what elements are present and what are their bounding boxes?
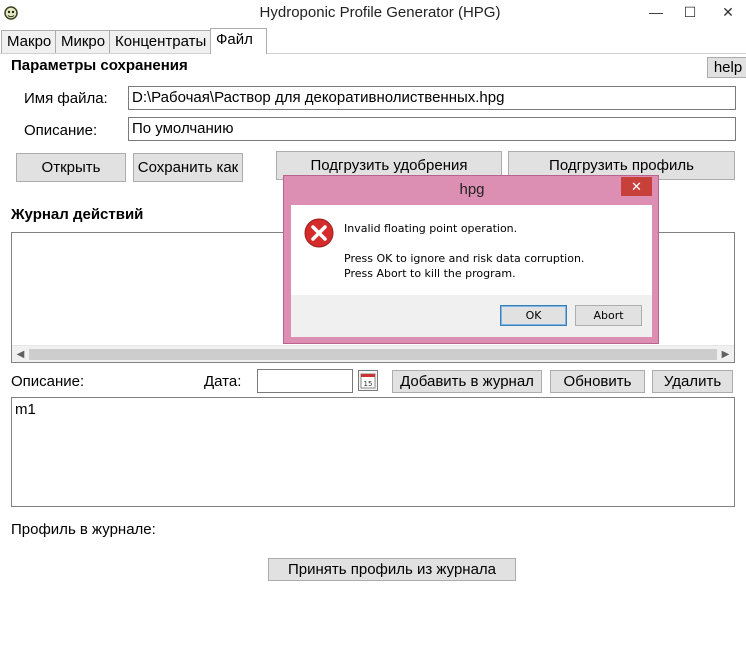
dialog-message-line3: Press Abort to kill the program. (344, 267, 516, 280)
log-heading: Журнал действий (11, 206, 144, 223)
profile-in-log-label: Профиль в журнале: (11, 521, 156, 538)
accept-profile-button[interactable]: Принять профиль из журнала (268, 558, 516, 581)
log-notes-text: m1 (15, 401, 36, 418)
filename-field[interactable]: D:\Рабочая\Раствор для декоративнолистве… (128, 86, 736, 110)
scroll-thumb[interactable] (29, 349, 717, 360)
help-button[interactable]: help (707, 57, 746, 78)
dialog-title: hpg (459, 181, 485, 198)
save-params-heading: Параметры сохранения (11, 57, 188, 74)
date-label: Дата: (204, 373, 242, 390)
open-button[interactable]: Открыть (16, 153, 126, 182)
window-title: Hydroponic Profile Generator (HPG) (259, 4, 501, 21)
log-description-label: Описание: (11, 373, 85, 390)
scroll-right-icon[interactable]: ▶ (717, 347, 734, 362)
tab-micro[interactable]: Микро (55, 30, 112, 53)
save-as-button[interactable]: Сохранить как (133, 153, 243, 182)
log-notes-area[interactable]: m1 (11, 397, 735, 507)
abort-button[interactable]: Abort (575, 305, 642, 326)
dialog-button-bar: OK Abort (291, 295, 652, 337)
description-label: Описание: (24, 122, 98, 139)
scroll-left-icon[interactable]: ◀ (12, 347, 29, 362)
title-bar: Hydroponic Profile Generator (HPG) — ☐ ✕ (0, 0, 746, 28)
tab-macro[interactable]: Макро (1, 30, 58, 53)
calendar-icon: 15 (358, 370, 378, 391)
delete-button[interactable]: Удалить (652, 370, 733, 393)
tab-file[interactable]: Файл (210, 28, 267, 54)
tab-concentrates[interactable]: Концентраты (109, 30, 213, 53)
calendar-button[interactable]: 15 (358, 370, 378, 391)
date-field[interactable] (257, 369, 353, 393)
filename-label: Имя файла: (24, 90, 108, 107)
minimize-button[interactable]: — (640, 0, 672, 24)
dialog-close-button[interactable]: ✕ (621, 177, 652, 196)
maximize-button[interactable]: ☐ (674, 0, 706, 24)
tab-divider (0, 53, 746, 54)
error-icon (304, 218, 334, 248)
close-button[interactable]: ✕ (712, 0, 744, 24)
description-field[interactable]: По умолчанию (128, 117, 736, 141)
log-horizontal-scrollbar[interactable]: ◀ ▶ (12, 345, 734, 362)
refresh-button[interactable]: Обновить (550, 370, 645, 393)
dialog-message-line1: Invalid floating point operation. (344, 222, 518, 235)
calendar-day: 15 (364, 380, 373, 388)
error-dialog: hpg ✕ Invalid floating point operation. … (283, 175, 659, 344)
tab-strip: Макро Микро Концентраты Файл (0, 28, 746, 54)
ok-button[interactable]: OK (500, 305, 567, 326)
add-to-log-button[interactable]: Добавить в журнал (392, 370, 542, 393)
dialog-message-line2: Press OK to ignore and risk data corrupt… (344, 252, 585, 265)
dialog-body: Invalid floating point operation. Press … (291, 205, 652, 295)
